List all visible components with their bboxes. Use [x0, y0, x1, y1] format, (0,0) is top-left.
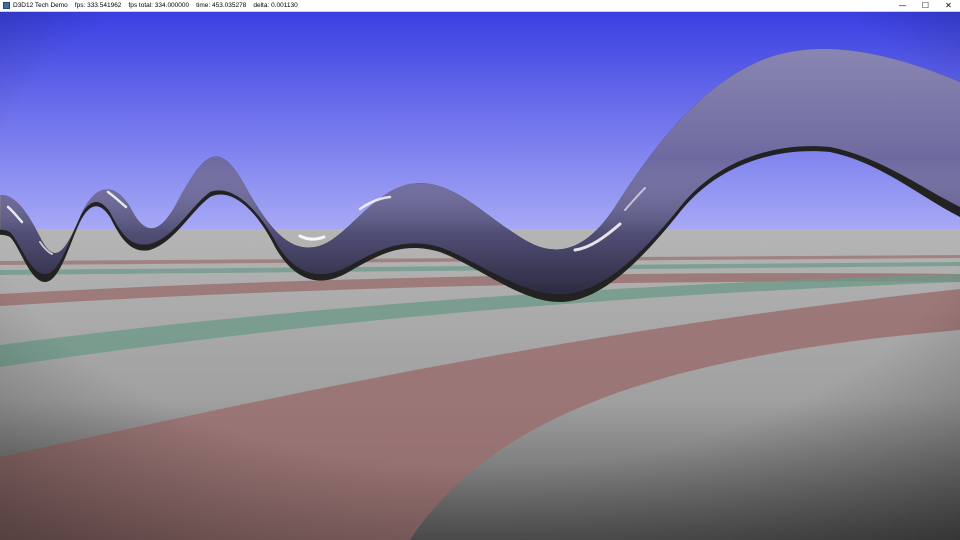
app-title: D3D12 Tech Demo [13, 1, 68, 9]
title-bar[interactable]: D3D12 Tech Demo fps: 333.541962 fps total:… [0, 0, 960, 12]
window-title: D3D12 Tech Demo fps: 333.541962 fps total:… [13, 0, 305, 12]
scene-canvas [0, 12, 960, 540]
app-window: D3D12 Tech Demo fps: 333.541962 fps total:… [0, 0, 960, 540]
app-icon [3, 2, 10, 9]
render-viewport[interactable] [0, 12, 960, 540]
minimize-icon[interactable]: — [891, 0, 914, 12]
maximize-icon[interactable]: ☐ [914, 0, 937, 12]
fps-readout: fps: 333.541962 [74, 1, 122, 9]
delta-readout: delta: 0.001130 [253, 1, 298, 9]
fps-total-readout: fps total: 334.000000 [128, 1, 190, 9]
close-icon[interactable]: ✕ [937, 0, 960, 12]
time-readout: time: 453.035278 [196, 1, 247, 9]
window-controls: — ☐ ✕ [891, 0, 960, 12]
